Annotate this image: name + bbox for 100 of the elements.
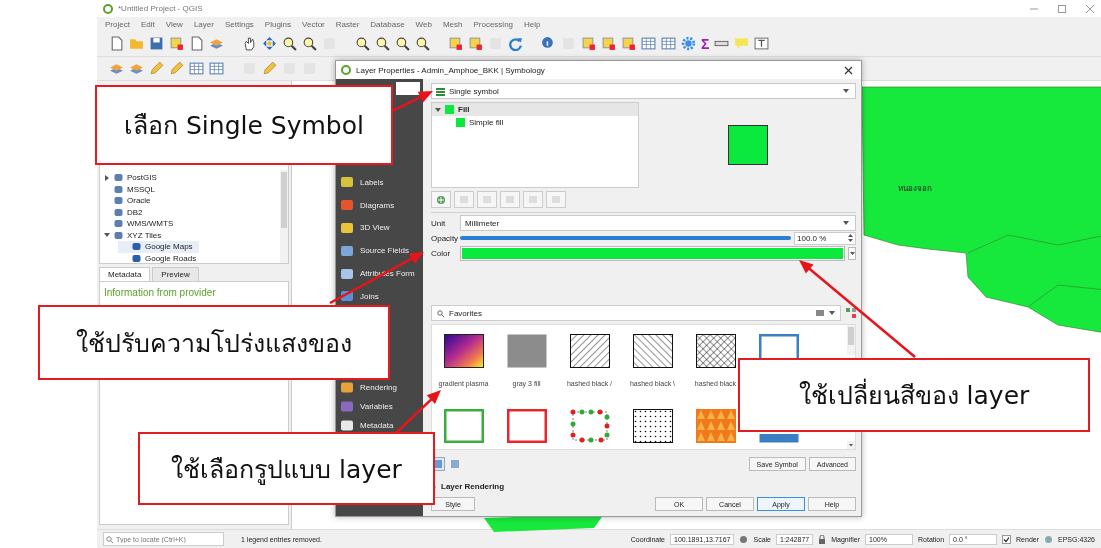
add-layer-button[interactable] [431,191,451,208]
text-annotation-icon[interactable] [754,36,770,51]
symbol-swatch[interactable] [506,334,547,368]
spin-arrows-icon [848,233,853,243]
menu-item[interactable]: Plugins [264,19,292,29]
menu-item[interactable]: View [165,19,183,29]
symbol-swatch[interactable] [443,334,484,368]
zoom-out-icon[interactable] [302,36,317,51]
color-label: Color [431,248,452,258]
menu-item[interactable]: Mesh [442,19,463,29]
symbol-swatch[interactable] [569,409,610,443]
symbol-swatch[interactable] [758,434,799,443]
list-icon [451,460,459,468]
gear-icon[interactable] [681,36,696,51]
dialog-title: Layer Properties - Admin_Amphoe_BKK | Symbology [356,65,545,75]
sidebar-item[interactable]: Joins [336,285,423,308]
callout-text: ใช้ปรับความโปร่งแสงของ [38,305,390,380]
symbol-swatch[interactable] [632,409,673,443]
sidebar-search-field[interactable] [396,82,420,95]
fill-swatch [445,105,454,114]
panel-tab[interactable]: Preview [152,267,199,281]
info-text: Information from provider [104,287,216,298]
sidebar-item[interactable]: Variables [336,400,396,412]
caret-icon [843,89,849,93]
map-label: หนองจอก [898,183,932,195]
color-menu-button[interactable] [848,246,856,260]
expand-caret-icon[interactable] [104,174,110,181]
menu-item[interactable]: Processing [473,19,514,29]
callout-text: ใช้เลือกรูปแบบ layer [138,432,435,505]
menu-item[interactable]: Vector [302,19,325,29]
sidebar-item[interactable]: 3D View [336,216,423,240]
opacity-slider[interactable] [460,236,791,240]
list-view-button[interactable] [448,457,462,471]
maximize-icon[interactable] [1057,3,1067,14]
sidebar-item[interactable]: Diagrams [336,193,423,217]
zoom-native-icon[interactable] [415,36,430,51]
renderer-dropdown[interactable]: Single symbol [431,83,856,99]
save-icon[interactable] [149,36,164,51]
browser-item[interactable]: XYZ Tiles [100,229,168,241]
statistics-icon[interactable]: Σ [701,35,710,52]
refresh-icon[interactable] [508,36,523,51]
pencil-icon[interactable] [262,61,277,76]
symbol-swatch[interactable] [695,334,736,368]
expand-caret-icon[interactable] [104,232,110,239]
sidebar-item[interactable]: Source Fields [336,239,423,263]
browser-item[interactable]: DB2 [100,206,149,218]
unit-dropdown[interactable]: Millimeter [460,215,856,231]
scrollbar[interactable] [847,325,855,355]
search-icon [106,536,113,543]
color-button[interactable] [460,245,845,261]
renderer-icon [436,86,445,96]
menu-item[interactable]: Database [370,19,405,29]
menu-item[interactable]: Project [105,19,130,29]
browser-item[interactable]: Google Maps [118,241,199,253]
scrollbar[interactable] [280,170,288,263]
hand-icon[interactable] [242,36,257,51]
browser-item[interactable]: Oracle [100,195,157,207]
menu-item[interactable]: Settings [224,19,254,29]
browser-item[interactable]: PostGIS [100,172,163,184]
symbol-layer-item[interactable]: Simple fill [432,116,638,129]
plus-icon [436,194,446,205]
symbol-swatch[interactable] [695,409,736,443]
browser-item[interactable]: MSSQL [100,183,161,195]
symbol-swatch[interactable] [569,334,610,368]
identify-icon[interactable] [541,36,556,51]
symbol-library-search[interactable]: Favorites [431,305,841,321]
sidebar-item[interactable]: Labels [336,171,423,194]
opacity-spinbox[interactable]: 100.0 % [794,231,856,245]
close-icon[interactable] [844,65,853,75]
unit-label: Unit [431,218,447,228]
caret-icon[interactable] [829,311,835,315]
scroll-down-icon[interactable] [847,441,855,449]
caret-icon [849,251,855,255]
search-icon [437,309,444,317]
layer-icon[interactable] [129,61,144,76]
lock-icon[interactable] [818,534,827,544]
symbol-layer-item[interactable]: Fill [432,103,638,116]
menu-item[interactable]: Edit [140,19,155,29]
app-logo-icon [341,65,351,75]
new-file-icon[interactable] [109,36,124,51]
symbol-swatch[interactable] [443,409,484,443]
render-checkbox[interactable] [1002,534,1012,544]
sidebar-item[interactable]: Metadata [336,419,397,431]
menu-item[interactable]: Help [524,19,541,29]
menu-item[interactable]: Raster [335,19,360,29]
browser-item[interactable]: Google Roads [118,252,203,264]
zoom-layer-icon[interactable] [395,36,410,51]
zoom-in-icon[interactable] [282,36,297,51]
zoom-selection-icon[interactable] [375,36,390,51]
sidebar-item[interactable]: Rendering [336,381,400,393]
symbol-swatch[interactable] [506,409,547,443]
menu-item[interactable]: Layer [193,19,214,29]
menu-item[interactable]: Web [415,19,432,29]
browser-item[interactable]: WMS/WMTS [100,218,180,230]
expand-caret-icon[interactable] [435,106,441,113]
pan-icon[interactable] [262,36,277,51]
symbol-swatch[interactable] [632,334,673,368]
zoom-full-icon[interactable] [355,36,370,51]
style-manager-icon[interactable] [846,308,856,318]
panel-tab[interactable]: Metadata [99,267,151,281]
